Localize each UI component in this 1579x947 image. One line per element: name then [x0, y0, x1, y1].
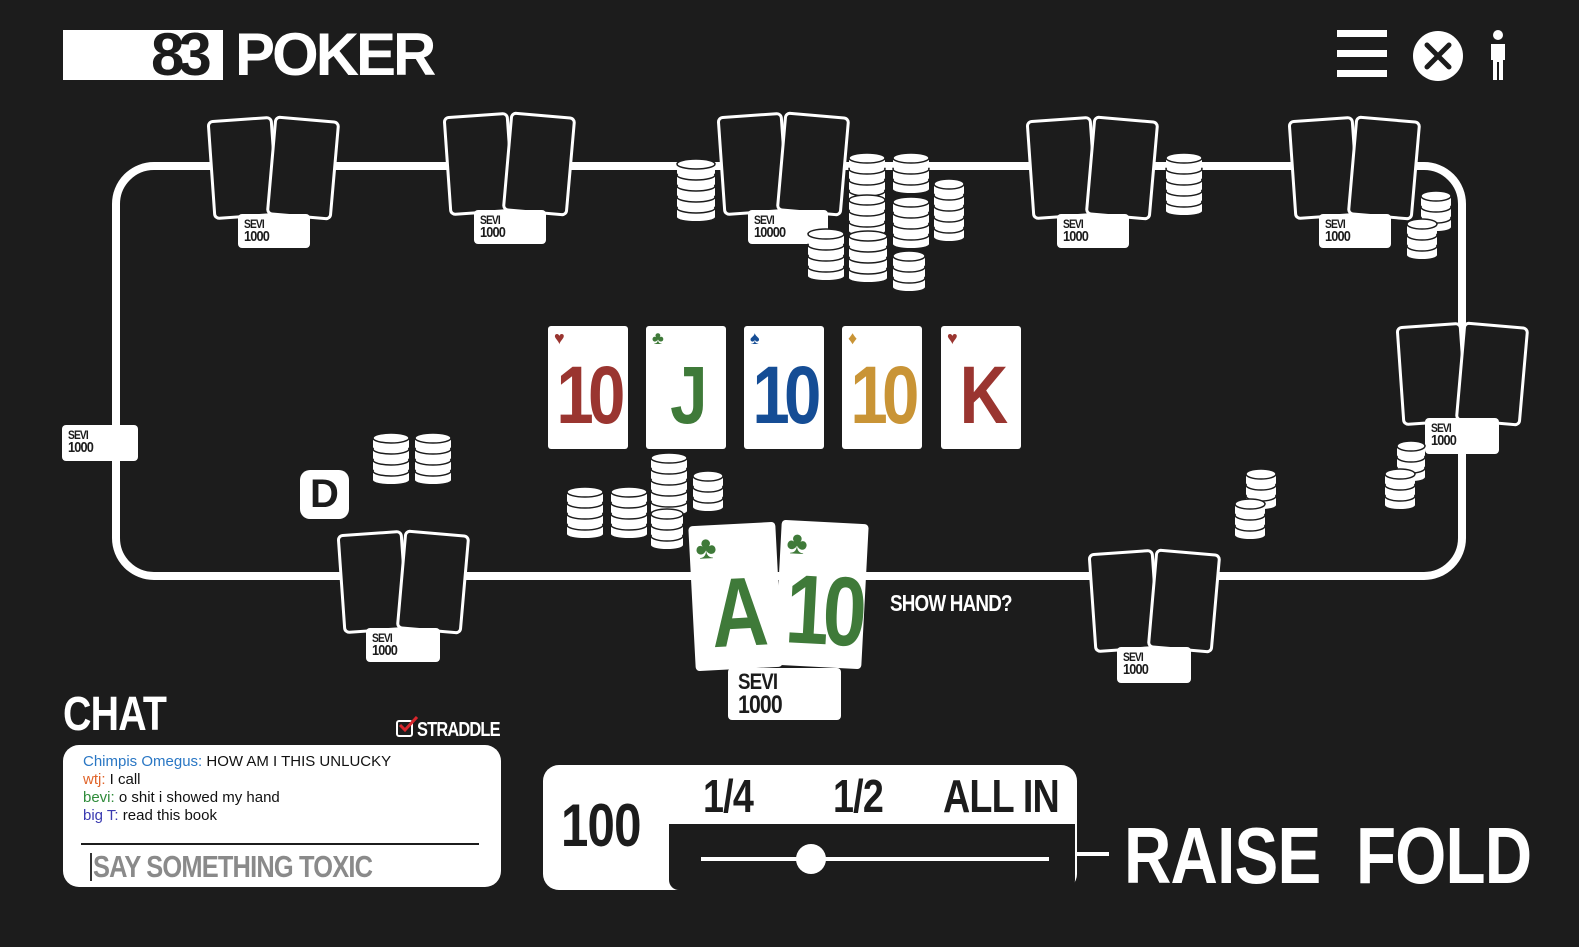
board-card-3: ♠ 10: [744, 326, 824, 449]
face-down-cards: [1087, 548, 1222, 655]
diamond-icon: ♦: [848, 328, 858, 348]
chip-stack: [807, 228, 845, 280]
board-card-1: ♥ 10: [548, 326, 628, 449]
chat-title: CHAT: [63, 688, 167, 741]
club-icon: ♣: [652, 328, 664, 348]
straddle-label: STRADDLE: [417, 719, 501, 741]
heart-icon: ♥: [554, 328, 565, 348]
chat-user: big T:: [83, 807, 119, 824]
preset-quarter-button[interactable]: 1/4: [703, 771, 754, 821]
chat-user: wtj:: [83, 771, 106, 788]
seat-tag: SEVI 1000: [62, 425, 138, 461]
board-card-rank: K: [959, 350, 1009, 441]
chat-input[interactable]: [91, 849, 471, 883]
chat-text: o shit i showed my hand: [114, 789, 280, 806]
face-down-cards: [442, 111, 577, 218]
chip-stack: [933, 178, 965, 241]
hero-card-1[interactable]: ♣ A: [688, 521, 783, 672]
board-card-rank: 10: [752, 350, 821, 441]
board-card-rank: J: [670, 350, 707, 441]
hero-name: SEVI: [738, 669, 778, 694]
hero-card-rank: 10: [783, 553, 864, 667]
hero-card-rank: A: [708, 555, 765, 669]
chip-stack: [676, 158, 716, 221]
chat-message: bevi: o shit i showed my hand: [83, 789, 483, 807]
straddle-checkbox[interactable]: [396, 716, 418, 737]
chat-message: Chimpis Omegus: HOW AM I THIS UNLUCKY: [83, 753, 483, 771]
bet-slider[interactable]: [669, 824, 1075, 890]
chip-stack: [650, 508, 684, 549]
board-card-rank: 10: [556, 350, 625, 441]
logo-number: 83: [151, 21, 212, 88]
logo-word: POKER: [235, 21, 436, 88]
seat-tag: SEVI 1000: [366, 628, 440, 662]
chip-stack: [1384, 468, 1416, 509]
hero-stack: 1000: [738, 691, 783, 719]
chip-stack: [566, 486, 604, 538]
slider-track[interactable]: [701, 857, 1049, 861]
chat-user: Chimpis Omegus:: [83, 753, 203, 770]
chat-messages: Chimpis Omegus: HOW AM I THIS UNLUCKY wt…: [83, 753, 483, 825]
preset-all-in-button[interactable]: ALL IN: [943, 771, 1060, 821]
seat-tag: SEVI 1000: [1117, 647, 1191, 683]
dealer-button: D: [300, 470, 349, 519]
chip-stack: [892, 250, 926, 291]
divider: [1077, 852, 1109, 856]
board-card-2: ♣ J: [646, 326, 726, 449]
fold-button[interactable]: FOLD: [1356, 816, 1532, 896]
chat-message: wtj: I call: [83, 771, 483, 789]
chip-stack: [1406, 218, 1438, 259]
seat-tag: SEVI 1000: [1057, 214, 1129, 248]
show-hand-button[interactable]: SHOW HAND?: [890, 590, 1013, 616]
chat-text: HOW AM I THIS UNLUCKY: [202, 753, 392, 770]
hero-tag: SEVI 1000: [728, 668, 841, 720]
board-card-rank: 10: [850, 350, 919, 441]
chip-stack: [372, 432, 410, 484]
face-down-cards: [1287, 115, 1422, 222]
chip-stack: [610, 486, 648, 538]
chip-stack: [1234, 498, 1266, 539]
straddle-toggle[interactable]: STRADDLE: [396, 716, 506, 742]
person-icon[interactable]: [1486, 30, 1510, 80]
chip-stack: [1165, 152, 1203, 215]
bet-panel: 100 1/4 1/2 ALL IN: [543, 765, 1077, 890]
chip-stack: [892, 152, 930, 193]
spade-icon: ♠: [750, 328, 760, 348]
face-down-cards: [1025, 115, 1160, 222]
chat-user: bevi:: [83, 789, 115, 806]
seat-tag: SEVI 1000: [238, 214, 310, 248]
raise-button[interactable]: RAISE: [1124, 816, 1321, 896]
chip-stack: [414, 432, 452, 484]
close-icon[interactable]: [1413, 31, 1463, 81]
face-down-cards: [716, 111, 851, 218]
bet-amount[interactable]: 100: [561, 791, 641, 861]
chat-text: read this book: [118, 807, 217, 824]
slider-knob[interactable]: [796, 844, 826, 874]
chip-stack: [848, 230, 888, 282]
chat-message: big T: read this book: [83, 807, 483, 825]
seat-tag: SEVI 1000: [474, 210, 546, 244]
chat-text: I call: [105, 771, 141, 788]
face-down-cards: [336, 529, 471, 636]
board-card-4: ♦ 10: [842, 326, 922, 449]
preset-half-button[interactable]: 1/2: [833, 771, 884, 821]
menu-icon[interactable]: [1337, 30, 1387, 78]
logo: 83 POKER: [63, 25, 436, 85]
chip-stack: [892, 196, 930, 248]
seat-tag: SEVI 1000: [1425, 418, 1499, 454]
face-down-cards: [1395, 321, 1530, 428]
heart-icon: ♥: [947, 328, 958, 348]
checkmark-icon: [398, 716, 418, 733]
board-card-5: ♥ K: [941, 326, 1021, 449]
seat-tag: SEVI 1000: [1319, 214, 1391, 248]
chat-divider: [81, 843, 479, 845]
hero-card-2[interactable]: ♣ 10: [774, 519, 869, 670]
face-down-cards: [206, 115, 341, 222]
chat-panel: Chimpis Omegus: HOW AM I THIS UNLUCKY wt…: [63, 745, 501, 887]
chip-stack: [692, 470, 724, 511]
